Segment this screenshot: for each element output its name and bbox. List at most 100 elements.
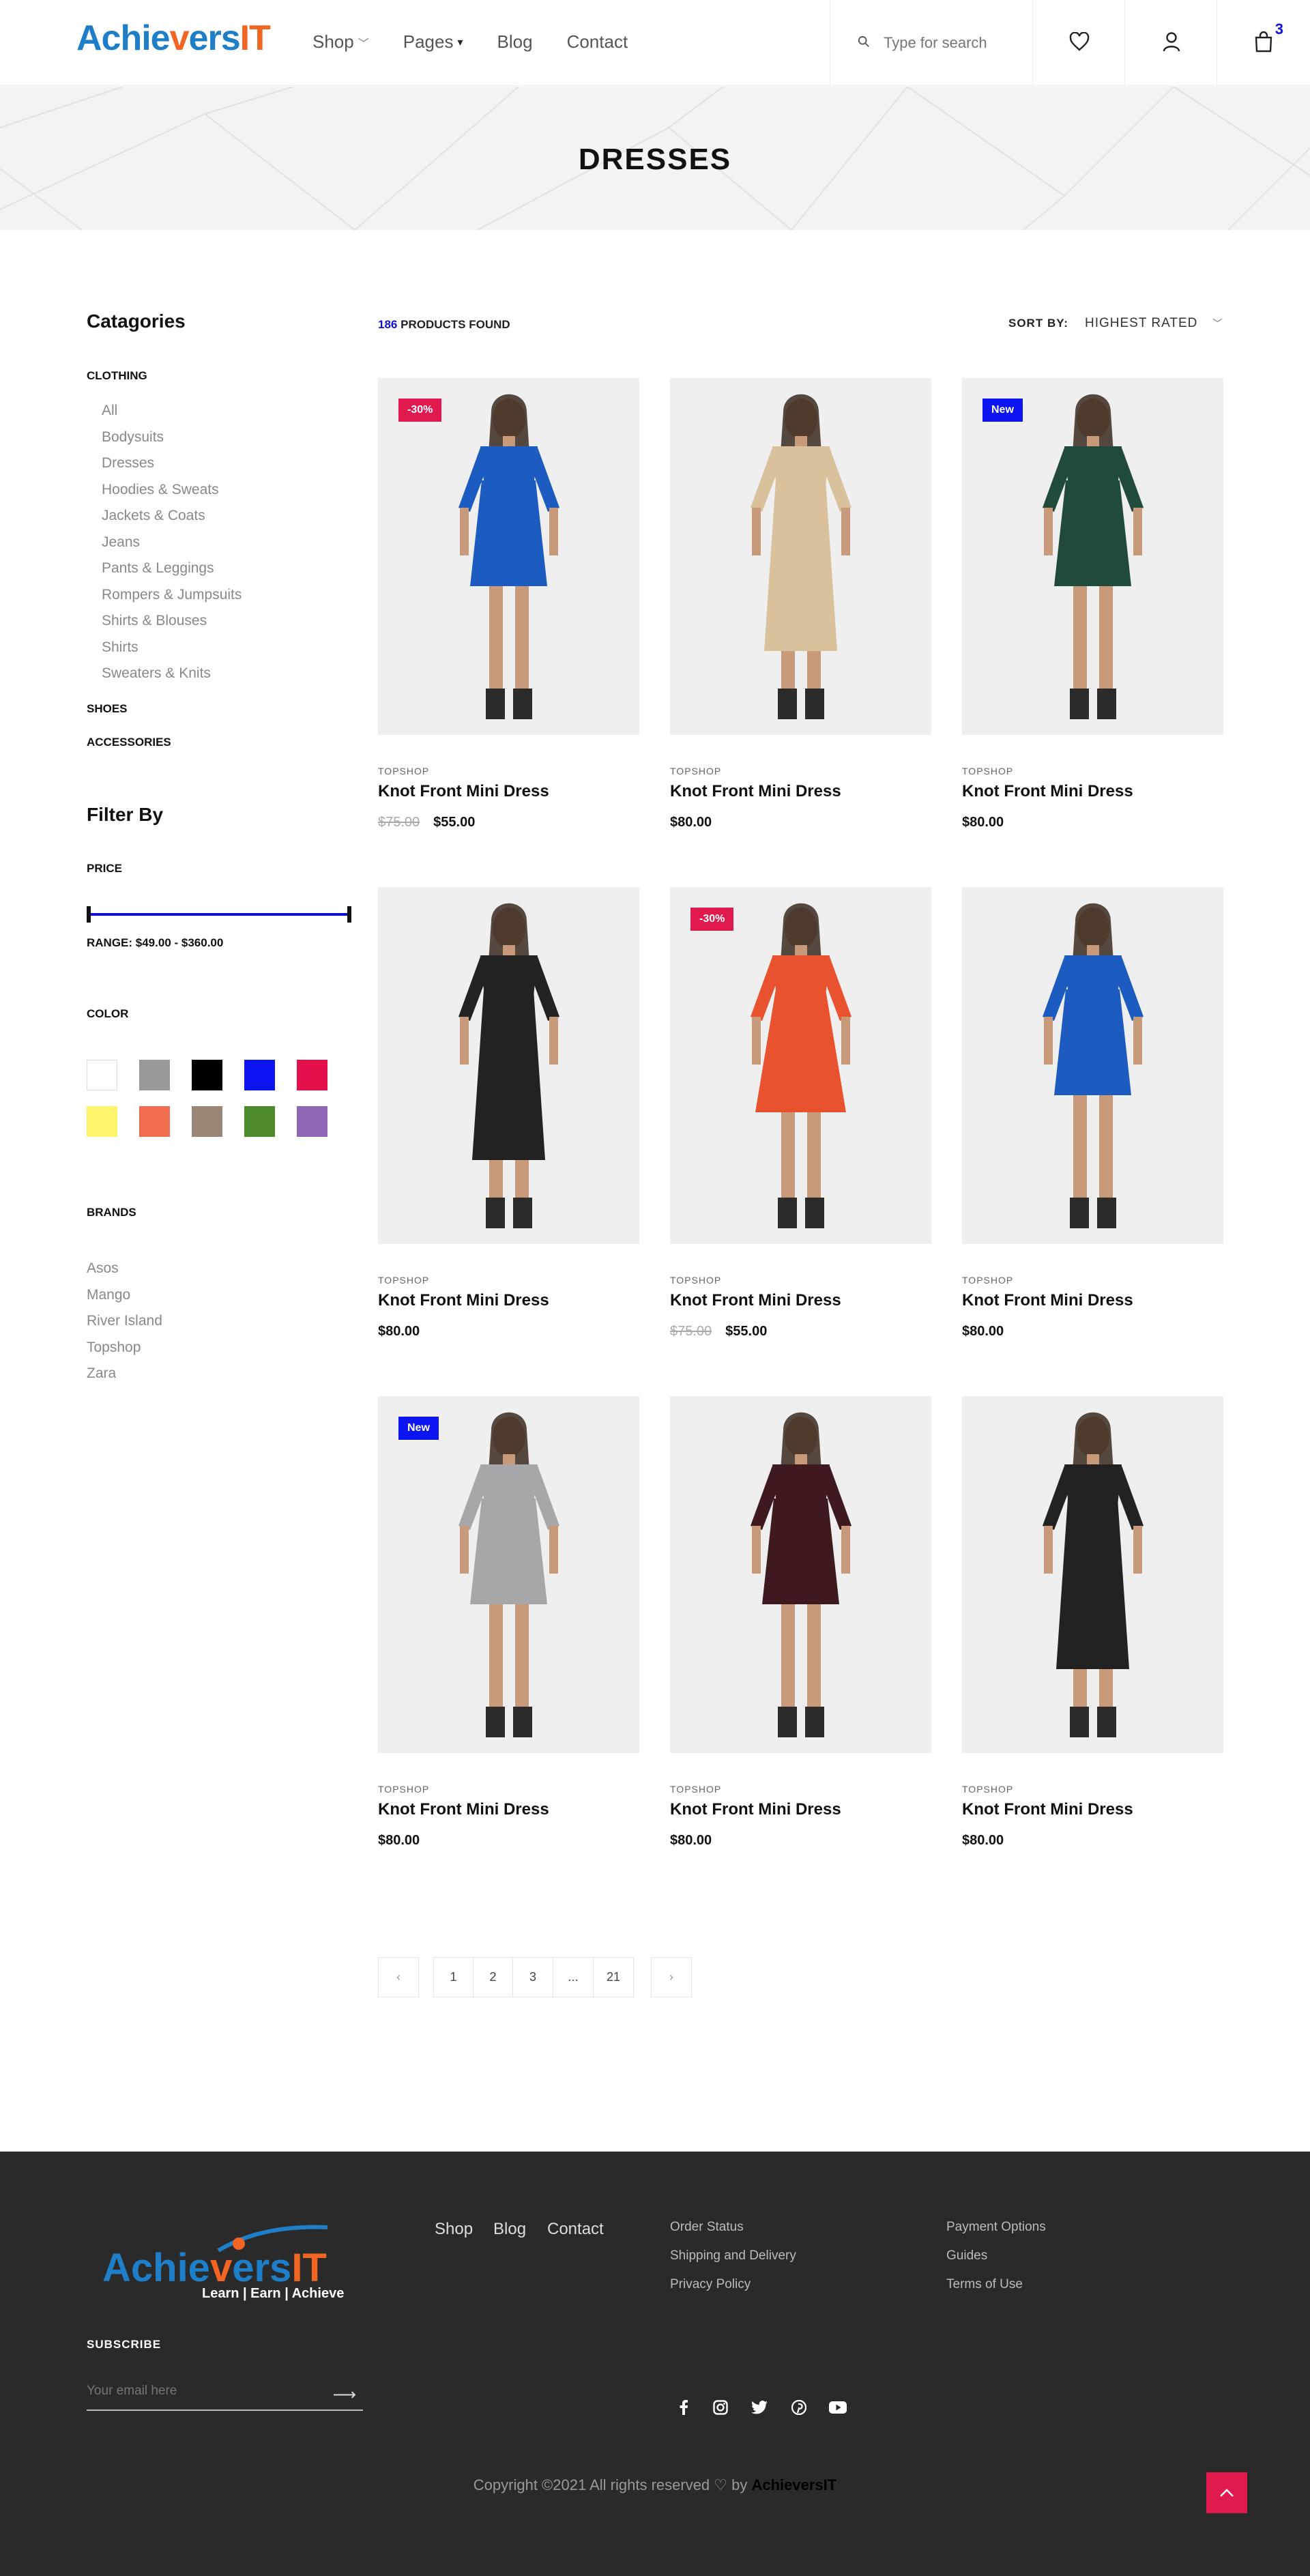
product-image[interactable] <box>962 1396 1223 1753</box>
subcategory-item[interactable]: Rompers & Jumpsuits <box>87 582 242 609</box>
price-slider-max-handle[interactable] <box>347 906 351 923</box>
product-card[interactable]: TOPSHOP Knot Front Mini Dress $80.00 <box>670 378 931 830</box>
product-name[interactable]: Knot Front Mini Dress <box>962 782 1223 801</box>
subcategory-item[interactable]: Bodysuits <box>87 424 242 451</box>
pinterest-icon[interactable] <box>789 2398 809 2417</box>
product-card[interactable]: TOPSHOP Knot Front Mini Dress $80.00 <box>962 887 1223 1340</box>
product-card[interactable]: New TOPSHOP Knot Front Mini Dress $80.00 <box>962 378 1223 830</box>
category-clothing[interactable]: CLOTHING <box>87 369 147 383</box>
product-name[interactable]: Knot Front Mini Dress <box>670 1800 931 1819</box>
footer-logo[interactable]: AchieversIT Learn | Earn | Achieve <box>102 2223 362 2305</box>
color-swatch[interactable] <box>139 1060 170 1090</box>
footer-nav-blog[interactable]: Blog <box>493 2220 526 2239</box>
product-brand: TOPSHOP <box>670 1784 722 1795</box>
pagination-page[interactable]: 1 <box>433 1957 474 1997</box>
product-card[interactable]: TOPSHOP Knot Front Mini Dress $80.00 <box>962 1396 1223 1849</box>
color-swatch[interactable] <box>244 1060 275 1090</box>
brand-filter-item[interactable]: Topshop <box>87 1335 162 1361</box>
product-image[interactable]: -30% <box>670 887 931 1244</box>
subcategory-item[interactable]: Jeans <box>87 530 242 556</box>
search-icon[interactable] <box>858 35 870 51</box>
facebook-icon[interactable] <box>674 2398 693 2417</box>
product-name[interactable]: Knot Front Mini Dress <box>962 1800 1223 1819</box>
youtube-icon[interactable] <box>828 2398 847 2417</box>
arrow-right-icon[interactable]: ⟶ <box>333 2385 356 2405</box>
footer-nav-contact[interactable]: Contact <box>547 2220 604 2239</box>
product-image[interactable] <box>670 1396 931 1753</box>
subcategory-item[interactable]: Jackets & Coats <box>87 503 242 530</box>
product-image[interactable]: New <box>378 1396 639 1753</box>
product-image[interactable]: -30% <box>378 378 639 735</box>
footer-link-guides[interactable]: Guides <box>946 2248 987 2263</box>
brand-filter-item[interactable]: Asos <box>87 1256 162 1282</box>
email-field[interactable] <box>87 2384 319 2399</box>
sort-select[interactable]: HIGHEST RATED <box>1085 316 1197 331</box>
subcategory-item[interactable]: Shirts <box>87 635 242 661</box>
nav-pages[interactable]: Pages ▾ <box>403 31 463 53</box>
category-shoes[interactable]: SHOES <box>87 702 128 716</box>
pagination-page[interactable]: 2 <box>474 1957 513 1997</box>
footer-link-payment[interactable]: Payment Options <box>946 2220 1046 2235</box>
wishlist-button[interactable] <box>1034 0 1125 86</box>
footer-nav-shop[interactable]: Shop <box>435 2220 473 2239</box>
product-card[interactable]: TOPSHOP Knot Front Mini Dress $80.00 <box>670 1396 931 1849</box>
color-swatch[interactable] <box>139 1106 170 1137</box>
color-swatch[interactable] <box>244 1106 275 1137</box>
product-image[interactable] <box>962 887 1223 1244</box>
subcategory-item[interactable]: Hoodies & Sweats <box>87 477 242 504</box>
site-logo[interactable]: AchieversIT <box>76 15 271 63</box>
price-slider-min-handle[interactable] <box>87 906 91 923</box>
price-slider[interactable] <box>87 906 351 923</box>
instagram-icon[interactable] <box>711 2398 730 2417</box>
product-name[interactable]: Knot Front Mini Dress <box>962 1291 1223 1310</box>
product-image[interactable] <box>378 887 639 1244</box>
sort-control[interactable]: SORT BY: HIGHEST RATED ﹀ <box>1008 316 1222 331</box>
color-swatch[interactable] <box>297 1060 328 1090</box>
product-name[interactable]: Knot Front Mini Dress <box>378 1800 639 1819</box>
subcategory-item[interactable]: Shirts & Blouses <box>87 608 242 635</box>
color-swatch[interactable] <box>87 1106 117 1137</box>
footer-link-privacy[interactable]: Privacy Policy <box>670 2277 751 2292</box>
color-swatch[interactable] <box>192 1106 222 1137</box>
product-badge: New <box>982 399 1023 422</box>
nav-contact[interactable]: Contact <box>567 31 628 53</box>
subcategory-item[interactable]: All <box>87 398 242 424</box>
brand-filter-item[interactable]: River Island <box>87 1308 162 1335</box>
product-name[interactable]: Knot Front Mini Dress <box>378 782 639 801</box>
pagination-page[interactable]: 3 <box>513 1957 553 1997</box>
color-swatch[interactable] <box>192 1060 222 1090</box>
footer-link-terms[interactable]: Terms of Use <box>946 2277 1023 2292</box>
product-name[interactable]: Knot Front Mini Dress <box>670 782 931 801</box>
pagination-next[interactable]: › <box>651 1957 692 1997</box>
footer-link-shipping[interactable]: Shipping and Delivery <box>670 2248 796 2263</box>
footer-link-order-status[interactable]: Order Status <box>670 2220 744 2235</box>
color-swatch[interactable] <box>87 1060 117 1090</box>
subcategory-item[interactable]: Dresses <box>87 450 242 477</box>
product-image[interactable] <box>670 378 931 735</box>
product-card[interactable]: -30% TOPSHOP Knot Front Mini Dress $75.00 $5… <box>378 378 639 830</box>
product-image[interactable]: New <box>962 378 1223 735</box>
product-badge: -30% <box>690 908 734 931</box>
product-card[interactable]: -30% TOPSHOP Knot Front Mini Dress $75.00 $5… <box>670 887 931 1340</box>
subcategory-item[interactable]: Pants & Leggings <box>87 555 242 582</box>
brand-filter-item[interactable]: Mango <box>87 1282 162 1309</box>
product-card[interactable]: New TOPSHOP Knot Front Mini Dress $80.00 <box>378 1396 639 1849</box>
pagination-page[interactable]: ... <box>553 1957 594 1997</box>
cart-button[interactable]: 3 <box>1218 0 1309 86</box>
nav-shop[interactable]: Shop ﹀ <box>312 31 369 53</box>
subcategory-item[interactable]: Sweaters & Knits <box>87 661 242 687</box>
product-name[interactable]: Knot Front Mini Dress <box>670 1291 931 1310</box>
nav-blog[interactable]: Blog <box>497 31 533 53</box>
product-name[interactable]: Knot Front Mini Dress <box>378 1291 639 1310</box>
twitter-icon[interactable] <box>750 2398 769 2417</box>
color-swatch[interactable] <box>297 1106 328 1137</box>
scroll-to-top-button[interactable] <box>1206 2472 1247 2513</box>
category-accessories[interactable]: ACCESSORIES <box>87 736 171 749</box>
pagination-prev[interactable]: ‹ <box>378 1957 419 1997</box>
account-button[interactable] <box>1126 0 1217 86</box>
brand-filter-item[interactable]: Zara <box>87 1361 162 1387</box>
copyright-brand[interactable]: AchieversIT <box>751 2476 836 2493</box>
product-card[interactable]: TOPSHOP Knot Front Mini Dress $80.00 <box>378 887 639 1340</box>
pagination-page[interactable]: 21 <box>594 1957 634 1997</box>
search-input[interactable] <box>884 34 1020 52</box>
